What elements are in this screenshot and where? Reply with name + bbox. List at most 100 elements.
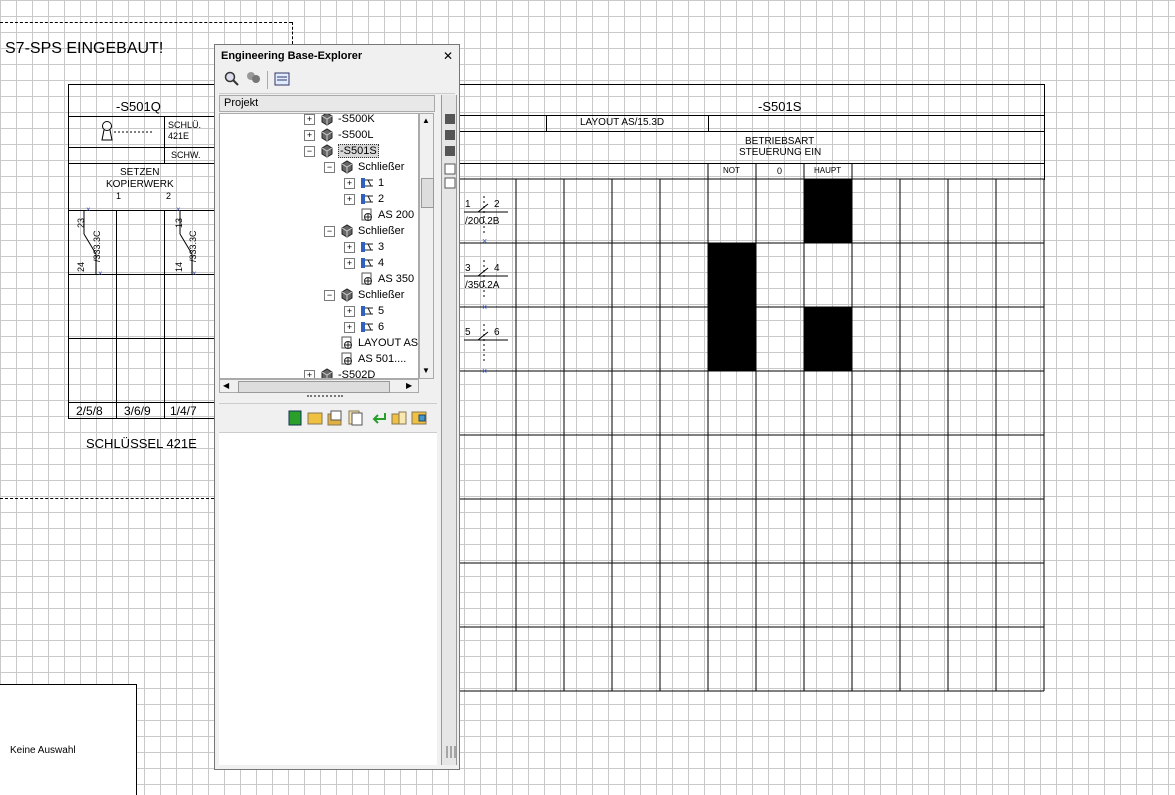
folder-properties-icon[interactable] (411, 410, 427, 426)
contact-icon (360, 177, 378, 189)
tree-node[interactable]: LAYOUT AS (324, 336, 418, 351)
tree-node[interactable]: AS 200 (344, 208, 414, 223)
document-copy-icon[interactable] (347, 410, 363, 426)
frame-dashed-line-vertical (292, 22, 293, 44)
tree-node-label: 2 (378, 193, 385, 205)
tree-node-label: -S500K (338, 113, 375, 125)
expand-icon[interactable]: + (304, 129, 315, 141)
collapse-icon[interactable]: − (324, 289, 335, 301)
frame-dashed-line-bottom (0, 498, 214, 499)
svg-text:×: × (482, 302, 487, 310)
switch-state-cell (708, 307, 756, 371)
expand-icon[interactable]: + (344, 241, 355, 253)
frame-dashed-line-top (0, 22, 292, 23)
folder-stack-icon[interactable] (327, 410, 343, 426)
tab-projekt[interactable]: Projekt (219, 95, 435, 112)
tree-node[interactable]: +3 (344, 240, 384, 255)
device-icon (340, 160, 358, 174)
side-device-icon-3[interactable] (444, 145, 456, 157)
list-view-icon[interactable] (273, 71, 291, 89)
tree-node[interactable]: − Schließer (324, 224, 404, 239)
explorer-lower-pane[interactable] (219, 433, 437, 765)
expand-icon[interactable]: + (304, 369, 315, 378)
engineering-base-explorer[interactable]: Engineering Base-Explorer ✕ Projekt + -S5… (214, 44, 460, 770)
tree-vertical-scrollbar[interactable]: ▲ ▼ (419, 113, 434, 379)
side-ref-icon-2[interactable] (444, 177, 456, 189)
tree-node[interactable]: − -S501S (304, 144, 379, 159)
close-icon[interactable]: ✕ (443, 49, 453, 63)
contact-1-ref: /200.2B (465, 216, 500, 227)
selection-status-box: Keine Auswahl (0, 684, 137, 795)
expand-icon[interactable]: + (344, 305, 355, 317)
expand-icon[interactable]: + (344, 321, 355, 333)
selection-status-text: Keine Auswahl (10, 745, 76, 756)
scroll-thumb[interactable] (421, 178, 434, 208)
green-book-icon[interactable] (287, 410, 303, 426)
tree-node-label: -S500L (338, 129, 374, 141)
tree-horizontal-scrollbar[interactable]: ◀ ▶ (219, 379, 419, 393)
contact-3-b: 6 (494, 327, 500, 338)
folder-move-icon[interactable] (391, 410, 407, 426)
col-1-label: 1 (116, 191, 122, 201)
bottom-cell-2: 3/6/9 (124, 404, 151, 418)
collapse-icon[interactable]: − (304, 145, 315, 157)
collapse-icon[interactable]: − (324, 225, 335, 237)
collapse-icon[interactable]: − (324, 161, 335, 173)
contact-icon (360, 257, 378, 269)
expand-icon[interactable]: + (344, 193, 355, 205)
explorer-side-strip[interactable] (441, 95, 457, 765)
tree-node-label: AS 200 (378, 209, 415, 221)
contact2-ref: /333.3C (188, 230, 198, 262)
tree-node[interactable]: +6 (344, 320, 384, 335)
project-tree[interactable]: + -S500K + -S500L − -S501S − Schließer +1 +2 AS 20… (219, 113, 419, 379)
folder-open-icon[interactable] (307, 410, 323, 426)
side-device-icon-2[interactable] (444, 129, 456, 141)
bottom-cell-1: 2/5/8 (76, 404, 103, 418)
tree-node[interactable]: + -S500L (304, 128, 373, 143)
ref-icon (340, 336, 358, 350)
contact2-bottom: 14 (174, 261, 184, 272)
scroll-right-icon[interactable]: ▶ (406, 381, 412, 390)
tree-node-label: -S502D (338, 369, 376, 379)
side-device-icon-1[interactable] (444, 113, 456, 125)
sps-note: S7-SPS EINGEBAUT! (5, 40, 164, 57)
expand-icon[interactable]: + (344, 177, 355, 189)
contact-2-ref: /350.2A (465, 280, 500, 291)
switch-state-cell (804, 307, 852, 371)
device-icon (340, 224, 358, 238)
tree-node[interactable]: + -S500K (304, 113, 375, 127)
tree-node-label: Schließer (358, 161, 405, 173)
switch-matrix-grid (460, 163, 1045, 692)
tree-node[interactable]: +5 (344, 304, 384, 319)
scroll-left-icon[interactable]: ◀ (223, 381, 229, 390)
tree-node[interactable]: AS 501.... (324, 352, 406, 367)
tree-node[interactable]: − Schließer (324, 160, 404, 175)
resize-grip-icon[interactable] (444, 745, 456, 759)
tree-node-label: 6 (378, 321, 385, 333)
tree-node[interactable]: AS 350 (344, 272, 414, 287)
side-ref-icon-1[interactable] (444, 163, 456, 175)
scroll-down-icon[interactable]: ▼ (422, 366, 430, 375)
return-arrow-icon[interactable] (371, 410, 387, 426)
expand-icon[interactable]: + (304, 114, 315, 125)
scroll-up-icon[interactable]: ▲ (422, 116, 430, 125)
expand-icon[interactable]: + (344, 257, 355, 269)
search-icon[interactable] (223, 71, 241, 89)
setzen-label: SETZEN (120, 167, 160, 178)
schlu-label: SCHLÜ. (168, 120, 202, 130)
find-objects-icon[interactable] (245, 71, 263, 89)
tree-node[interactable]: +4 (344, 256, 384, 271)
tree-node[interactable]: +1 (344, 176, 384, 191)
col-2-label: 2 (166, 191, 172, 201)
svg-text:×: × (98, 269, 103, 278)
drawing-canvas[interactable]: S7-SPS EINGEBAUT! -S501Q SCHLÜ. 421E SCH… (0, 0, 1175, 795)
tree-node[interactable]: − Schließer (324, 288, 404, 303)
svg-text:×: × (86, 206, 91, 214)
scroll-thumb-horizontal[interactable] (238, 381, 390, 393)
ref-icon (340, 352, 358, 366)
explorer-title-bar[interactable]: Engineering Base-Explorer ✕ (215, 45, 459, 67)
device-icon (320, 144, 338, 158)
splitter-grip[interactable] (307, 395, 343, 401)
tree-node[interactable]: + -S502D (304, 368, 376, 379)
tree-node[interactable]: +2 (344, 192, 384, 207)
